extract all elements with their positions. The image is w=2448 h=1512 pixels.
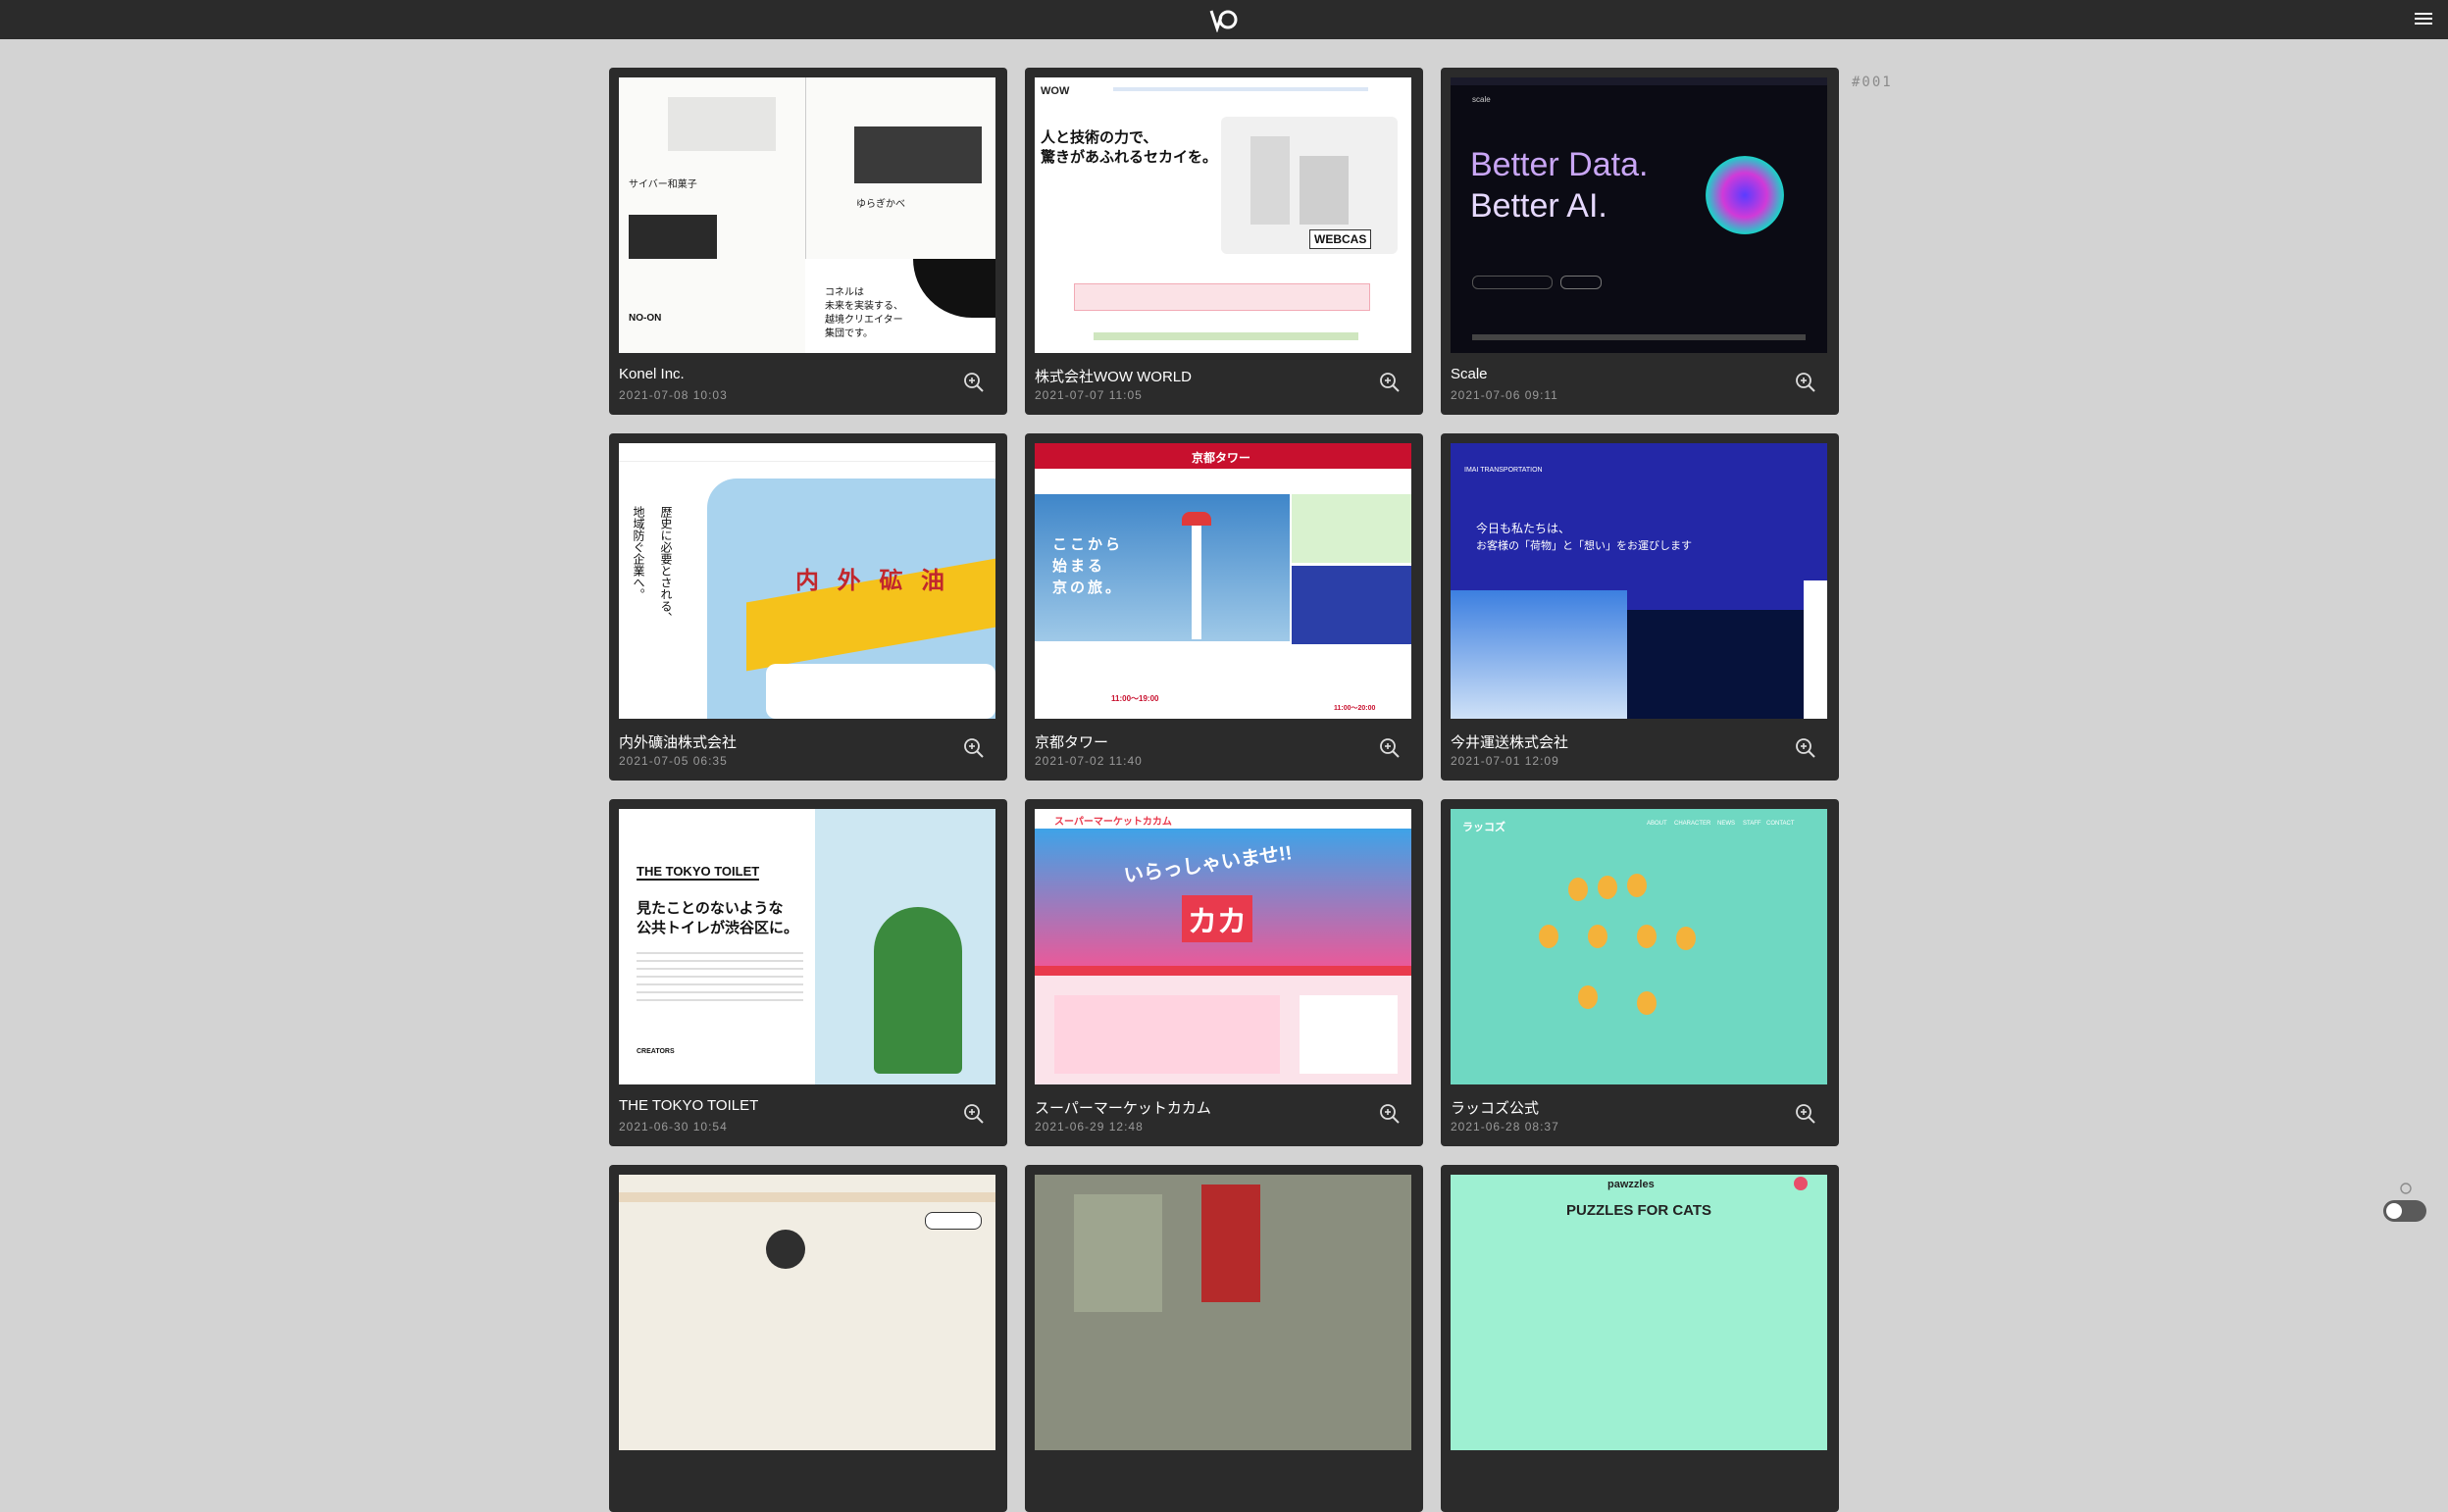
thumb-text: Better AI. bbox=[1470, 187, 1607, 225]
site-thumbnail[interactable] bbox=[1035, 1175, 1411, 1450]
card-title[interactable]: 京都タワー bbox=[1035, 731, 1358, 752]
thumb-text: ゆらぎかべ bbox=[856, 199, 905, 210]
site-thumbnail[interactable] bbox=[619, 1175, 995, 1450]
thumb-text: scale bbox=[1472, 95, 1491, 104]
thumb-text: 始まる bbox=[1052, 558, 1106, 575]
zoom-in-icon[interactable] bbox=[1379, 372, 1401, 393]
thumb-text: 京都タワー bbox=[1192, 451, 1251, 465]
card-date: 2021-06-29 12:48 bbox=[1035, 1120, 1144, 1134]
gallery-card[interactable] bbox=[609, 1165, 1007, 1512]
card-date: 2021-07-05 06:35 bbox=[619, 754, 728, 768]
gallery-card[interactable]: ラッコズ ABOUT CHARACTER NEWS STAFF CONTACT … bbox=[1441, 799, 1839, 1146]
gallery-card[interactable]: pawzzles PUZZLES FOR CATS bbox=[1441, 1165, 1839, 1512]
thumb-text: 今日も私たちは、 bbox=[1476, 522, 1571, 535]
thumb-text: THE TOKYO TOILET bbox=[637, 864, 760, 881]
card-title[interactable]: ラッコズ公式 bbox=[1451, 1097, 1774, 1118]
zoom-in-icon[interactable] bbox=[963, 737, 985, 759]
zoom-in-icon[interactable] bbox=[1795, 1103, 1816, 1125]
card-title[interactable]: 内外礦油株式会社 bbox=[619, 731, 943, 752]
thumb-text: 11:00〜20:00 bbox=[1334, 705, 1376, 712]
card-title[interactable]: 株式会社WOW WORLD bbox=[1035, 366, 1358, 386]
card-title[interactable]: Konel Inc. bbox=[619, 366, 943, 382]
site-thumbnail[interactable]: ラッコズ ABOUT CHARACTER NEWS STAFF CONTACT bbox=[1451, 809, 1827, 1084]
thumb-text: 歴史に必要とされる、 bbox=[659, 506, 673, 624]
thumb-text: 越境クリエイター bbox=[825, 315, 903, 326]
card-date: 2021-06-30 10:54 bbox=[619, 1120, 728, 1134]
post-counter: #001 bbox=[1852, 75, 1893, 90]
gallery-card[interactable]: THE TOKYO TOILET 見たことのないような 公共トイレが渋谷区に。 … bbox=[609, 799, 1007, 1146]
gallery-card[interactable]: 内 外 砿 油 歴史に必要とされる、 地域防ぐ企業へ。 内外礦油株式会社 202… bbox=[609, 433, 1007, 781]
thumb-text: WEBCAS bbox=[1309, 229, 1372, 249]
thumb-text: CREATORS bbox=[637, 1048, 675, 1055]
site-thumbnail[interactable]: IMAI TRANSPORTATION 今日も私たちは、 お客様の「荷物」と「想… bbox=[1451, 443, 1827, 719]
card-title[interactable]: THE TOKYO TOILET bbox=[619, 1097, 943, 1114]
site-thumbnail[interactable]: pawzzles PUZZLES FOR CATS bbox=[1451, 1175, 1827, 1450]
card-date: 2021-07-01 12:09 bbox=[1451, 754, 1559, 768]
zoom-in-icon[interactable] bbox=[1795, 372, 1816, 393]
card-date: 2021-07-02 11:40 bbox=[1035, 754, 1143, 768]
thumb-nav-text: CONTACT bbox=[1766, 821, 1795, 827]
top-bar bbox=[0, 0, 2448, 39]
gallery-card[interactable]: 京都タワー ここから 始まる 京の旅。 11:00〜19:00 11:00〜20… bbox=[1025, 433, 1423, 781]
card-title[interactable]: スーパーマーケットカカム bbox=[1035, 1097, 1358, 1118]
gallery-card[interactable] bbox=[1025, 1165, 1423, 1512]
hamburger-menu-icon[interactable] bbox=[2413, 10, 2434, 29]
card-title[interactable]: Scale bbox=[1451, 366, 1774, 382]
card-date: 2021-06-28 08:37 bbox=[1451, 1120, 1559, 1134]
theme-icon bbox=[2400, 1183, 2412, 1194]
zoom-in-icon[interactable] bbox=[963, 1103, 985, 1125]
gallery-card[interactable]: WOW 人と技術の力で、 驚きがあふれるセカイを。 WEBCAS 株式会社WOW… bbox=[1025, 68, 1423, 415]
thumb-text: コネルは bbox=[825, 287, 864, 298]
thumb-text: NO-ON bbox=[629, 313, 662, 324]
zoom-in-icon[interactable] bbox=[963, 372, 985, 393]
card-title[interactable]: 今井運送株式会社 bbox=[1451, 731, 1774, 752]
thumb-text: 11:00〜19:00 bbox=[1111, 694, 1159, 703]
card-date: 2021-07-06 09:11 bbox=[1451, 388, 1558, 402]
toggle-knob bbox=[2386, 1203, 2402, 1219]
thumb-nav-text: STAFF bbox=[1743, 821, 1761, 827]
thumb-text: 見たことのないような bbox=[637, 900, 784, 917]
wo-logo-icon[interactable] bbox=[1208, 7, 1240, 32]
gallery-card[interactable]: スーパーマーケットカカム いらっしゃいませ!! カカ スーパーマーケットカカム … bbox=[1025, 799, 1423, 1146]
zoom-in-icon[interactable] bbox=[1795, 737, 1816, 759]
zoom-in-icon[interactable] bbox=[1379, 1103, 1401, 1125]
thumb-text: 地域防ぐ企業へ。 bbox=[632, 506, 645, 600]
site-thumbnail[interactable]: scale Better Data. Better AI. bbox=[1451, 77, 1827, 353]
thumb-text: スーパーマーケットカカム bbox=[1054, 817, 1172, 828]
thumb-text: サイバー和菓子 bbox=[629, 179, 697, 190]
site-thumbnail[interactable]: THE TOKYO TOILET 見たことのないような 公共トイレが渋谷区に。 … bbox=[619, 809, 995, 1084]
card-date: 2021-07-08 10:03 bbox=[619, 388, 728, 402]
thumb-text: 集団です。 bbox=[825, 328, 873, 339]
theme-toggle[interactable] bbox=[2383, 1200, 2426, 1222]
thumb-text: 人と技術の力で、 bbox=[1041, 129, 1158, 146]
site-thumbnail[interactable]: 内 外 砿 油 歴史に必要とされる、 地域防ぐ企業へ。 bbox=[619, 443, 995, 719]
site-thumbnail[interactable]: サイバー和菓子 ゆらぎかべ NO-ON コネルは 未来を実装する、 越境クリエイ… bbox=[619, 77, 995, 353]
site-thumbnail[interactable]: WOW 人と技術の力で、 驚きがあふれるセカイを。 WEBCAS bbox=[1035, 77, 1411, 353]
card-date: 2021-07-07 11:05 bbox=[1035, 388, 1143, 402]
gallery-card[interactable]: scale Better Data. Better AI. Scale 2021… bbox=[1441, 68, 1839, 415]
thumb-text: IMAI TRANSPORTATION bbox=[1464, 467, 1543, 474]
site-thumbnail[interactable]: 京都タワー ここから 始まる 京の旅。 11:00〜19:00 11:00〜20… bbox=[1035, 443, 1411, 719]
thumb-nav-text: NEWS bbox=[1717, 821, 1735, 827]
thumb-text: 公共トイレが渋谷区に。 bbox=[637, 920, 799, 936]
thumb-nav-text: ABOUT bbox=[1647, 821, 1667, 827]
zoom-in-icon[interactable] bbox=[1379, 737, 1401, 759]
gallery-card[interactable]: サイバー和菓子 ゆらぎかべ NO-ON コネルは 未来を実装する、 越境クリエイ… bbox=[609, 68, 1007, 415]
thumb-text: ここから bbox=[1052, 536, 1124, 553]
site-thumbnail[interactable]: スーパーマーケットカカム いらっしゃいませ!! カカ bbox=[1035, 809, 1411, 1084]
thumb-text: WOW bbox=[1041, 85, 1070, 97]
thumb-text: 驚きがあふれるセカイを。 bbox=[1041, 149, 1218, 166]
thumb-text: 内 外 砿 油 bbox=[795, 568, 951, 594]
thumb-text: ラッコズ bbox=[1462, 822, 1505, 833]
thumb-text: 未来を実装する、 bbox=[825, 301, 903, 312]
thumb-nav-text: CHARACTER bbox=[1674, 821, 1711, 827]
gallery-card[interactable]: IMAI TRANSPORTATION 今日も私たちは、 お客様の「荷物」と「想… bbox=[1441, 433, 1839, 781]
thumb-text: お客様の「荷物」と「想い」をお運びします bbox=[1476, 540, 1692, 552]
thumb-text: 京の旅。 bbox=[1052, 580, 1124, 596]
thumb-text: pawzzles bbox=[1607, 1179, 1655, 1190]
thumb-text: PUZZLES FOR CATS bbox=[1566, 1202, 1712, 1219]
thumb-text: Better Data. bbox=[1470, 146, 1649, 183]
thumb-text: カカ bbox=[1182, 895, 1252, 942]
